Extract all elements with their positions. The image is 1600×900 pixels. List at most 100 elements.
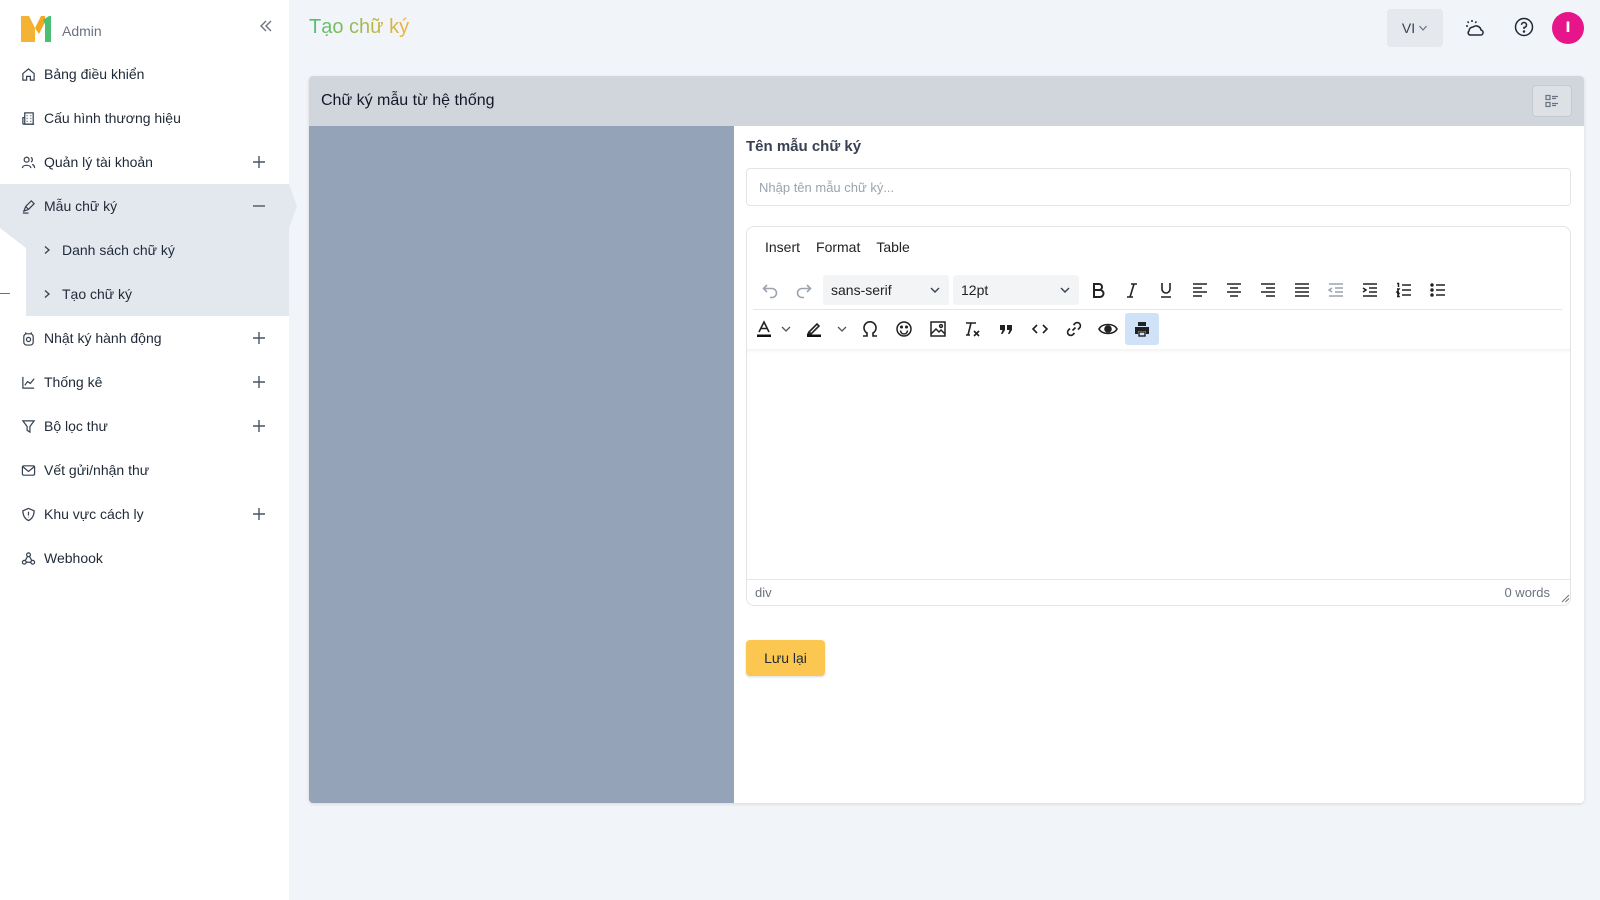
minus-icon[interactable] [252, 199, 266, 213]
sidebar-item-accounts[interactable]: Quản lý tài khoản [0, 140, 289, 184]
plus-icon[interactable] [252, 375, 266, 389]
align-left-button[interactable] [1183, 274, 1217, 306]
highlight-color-dropdown[interactable] [831, 313, 853, 345]
sidebar-item-webhook[interactable]: Webhook [0, 536, 289, 580]
template-name-input[interactable] [746, 168, 1571, 206]
plus-icon[interactable] [252, 331, 266, 345]
help-icon[interactable] [1513, 16, 1535, 38]
template-name-label: Tên mẫu chữ ký [746, 138, 862, 155]
history-icon [20, 330, 36, 346]
font-size-select[interactable]: 12pt [953, 275, 1079, 305]
special-char-button[interactable] [853, 313, 887, 345]
print-button[interactable] [1125, 313, 1159, 345]
redo-button[interactable] [787, 274, 821, 306]
language-label: VI [1401, 20, 1416, 36]
chevron-down-icon [1419, 25, 1428, 31]
align-justify-icon [1295, 283, 1309, 297]
italic-button[interactable] [1115, 274, 1149, 306]
language-selector[interactable]: VI [1387, 9, 1443, 47]
insert-link-button[interactable] [1057, 313, 1091, 345]
chevron-down-icon [781, 326, 791, 332]
template-list-toggle[interactable] [1532, 85, 1572, 117]
underline-button[interactable] [1149, 274, 1183, 306]
emoji-button[interactable] [887, 313, 921, 345]
building-icon [20, 110, 36, 126]
redo-icon [796, 284, 812, 299]
signature-form: Tên mẫu chữ ký Insert Format Table sans-… [734, 126, 1584, 803]
sidebar-item-label: Mẫu chữ ký [44, 198, 118, 214]
sidebar-item-signature-templates[interactable]: Mẫu chữ ký [0, 184, 297, 228]
element-path[interactable]: div [755, 585, 772, 600]
brand[interactable]: Admin [20, 14, 102, 44]
bold-button[interactable] [1081, 274, 1115, 306]
font-family-value: sans-serif [831, 282, 892, 298]
brand-subtitle: Admin [62, 23, 102, 39]
rich-text-editor: Insert Format Table sans-serif 12pt div … [746, 226, 1571, 606]
collapse-sidebar-icon[interactable] [256, 16, 276, 36]
blockquote-button[interactable] [989, 313, 1023, 345]
sidebar-item-label: Khu vực cách ly [44, 506, 144, 522]
omega-icon [863, 321, 877, 337]
sidebar-item-action-log[interactable]: Nhật ký hành động [0, 316, 289, 360]
text-color-icon [757, 320, 771, 337]
plus-icon[interactable] [252, 155, 266, 169]
code-icon [1031, 324, 1049, 334]
align-left-icon [1193, 283, 1207, 297]
align-center-button[interactable] [1217, 274, 1251, 306]
sidebar-item-statistics[interactable]: Thống kê [0, 360, 289, 404]
sidebar-item-brand-config[interactable]: Cấu hình thương hiệu [0, 96, 289, 140]
editor-toolbar-row-1: sans-serif 12pt [753, 273, 1455, 307]
sidebar-item-mail-filter[interactable]: Bộ lọc thư [0, 404, 289, 448]
clear-format-button[interactable] [955, 313, 989, 345]
sidebar-item-mail-trace[interactable]: Vết gửi/nhận thư [0, 448, 289, 492]
text-color-button[interactable] [753, 313, 775, 345]
numbered-list-button[interactable] [1387, 274, 1421, 306]
insert-image-button[interactable] [921, 313, 955, 345]
filter-icon [20, 418, 36, 434]
sidebar-item-label: Nhật ký hành động [44, 330, 162, 346]
mail-icon [20, 462, 36, 478]
plus-icon[interactable] [252, 419, 266, 433]
user-avatar[interactable]: I [1552, 12, 1584, 44]
align-right-button[interactable] [1251, 274, 1285, 306]
italic-icon [1127, 283, 1137, 298]
editor-content-area[interactable] [747, 349, 1570, 577]
plus-icon[interactable] [252, 507, 266, 521]
menu-insert[interactable]: Insert [757, 235, 808, 259]
sidebar-item-quarantine[interactable]: Khu vực cách ly [0, 492, 289, 536]
editor-menubar: Insert Format Table [757, 235, 918, 259]
menu-format[interactable]: Format [808, 235, 868, 259]
save-button[interactable]: Lưu lại [746, 640, 825, 676]
word-count[interactable]: 0 words [1504, 585, 1550, 600]
menu-table[interactable]: Table [868, 235, 917, 259]
sidebar-subitem-signature-list[interactable]: Danh sách chữ ký [26, 228, 289, 272]
resize-handle-icon[interactable] [1560, 593, 1570, 603]
bullet-list-button[interactable] [1421, 274, 1455, 306]
align-center-icon [1227, 283, 1241, 297]
toolbar-divider [753, 309, 1562, 310]
sidebar: Admin Bảng điều khiển Cấu hình thương hi… [0, 0, 297, 900]
highlight-color-button[interactable] [797, 313, 831, 345]
source-code-button[interactable] [1023, 313, 1057, 345]
theme-toggle-icon[interactable] [1463, 16, 1485, 38]
sidebar-item-dashboard[interactable]: Bảng điều khiển [0, 52, 289, 96]
align-right-icon [1261, 283, 1275, 297]
undo-button[interactable] [753, 274, 787, 306]
sidebar-subitem-create-signature[interactable]: Tạo chữ ký [0, 272, 289, 316]
indent-button[interactable] [1353, 274, 1387, 306]
emoji-icon [896, 321, 912, 337]
list-view-icon [1545, 94, 1558, 108]
card-title: Chữ ký mẫu từ hệ thống [321, 92, 495, 109]
text-color-dropdown[interactable] [775, 313, 797, 345]
home-icon [20, 66, 36, 82]
sidebar-item-label: Cấu hình thương hiệu [44, 110, 181, 126]
align-justify-button[interactable] [1285, 274, 1319, 306]
font-family-select[interactable]: sans-serif [823, 275, 949, 305]
numbered-list-icon [1395, 282, 1411, 298]
sidebar-subitem-label: Danh sách chữ ký [62, 242, 175, 258]
page-title: Tạo chữ ký [309, 16, 410, 38]
outdent-button[interactable] [1319, 274, 1353, 306]
preview-button[interactable] [1091, 313, 1125, 345]
bullet-list-icon [1430, 283, 1445, 297]
bold-icon [1093, 283, 1105, 298]
